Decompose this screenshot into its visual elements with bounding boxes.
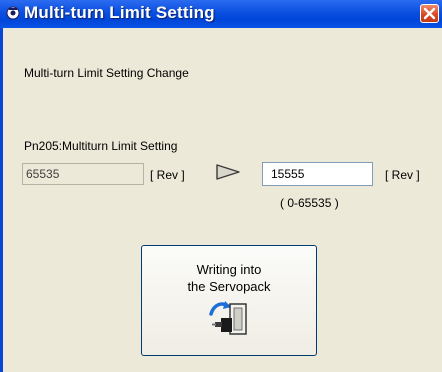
title-bar[interactable]: Multi-turn Limit Setting	[0, 0, 442, 28]
app-icon	[6, 6, 20, 20]
section-heading: Multi-turn Limit Setting Change	[24, 66, 189, 80]
parameter-label: Pn205:Multiturn Limit Setting	[24, 139, 178, 153]
range-hint: ( 0-65535 )	[280, 196, 339, 210]
servopack-write-icon	[208, 298, 252, 343]
new-value-input[interactable]	[262, 162, 373, 186]
close-button[interactable]	[420, 4, 439, 23]
window-title: Multi-turn Limit Setting	[24, 3, 215, 22]
write-button-label-line1: Writing into	[196, 262, 262, 277]
close-icon	[423, 7, 436, 20]
window-frame-left	[0, 28, 3, 372]
arrow-right-icon	[216, 164, 240, 185]
new-unit-label: [ Rev ]	[385, 168, 420, 182]
current-value-field: 65535	[22, 163, 144, 185]
dialog-window: Multi-turn Limit Setting Multi-turn Limi…	[0, 0, 442, 372]
current-unit-label: [ Rev ]	[150, 168, 185, 182]
write-button-label-line2: the Servopack	[187, 279, 271, 294]
write-to-servopack-button[interactable]: Writing into the Servopack	[141, 245, 317, 356]
